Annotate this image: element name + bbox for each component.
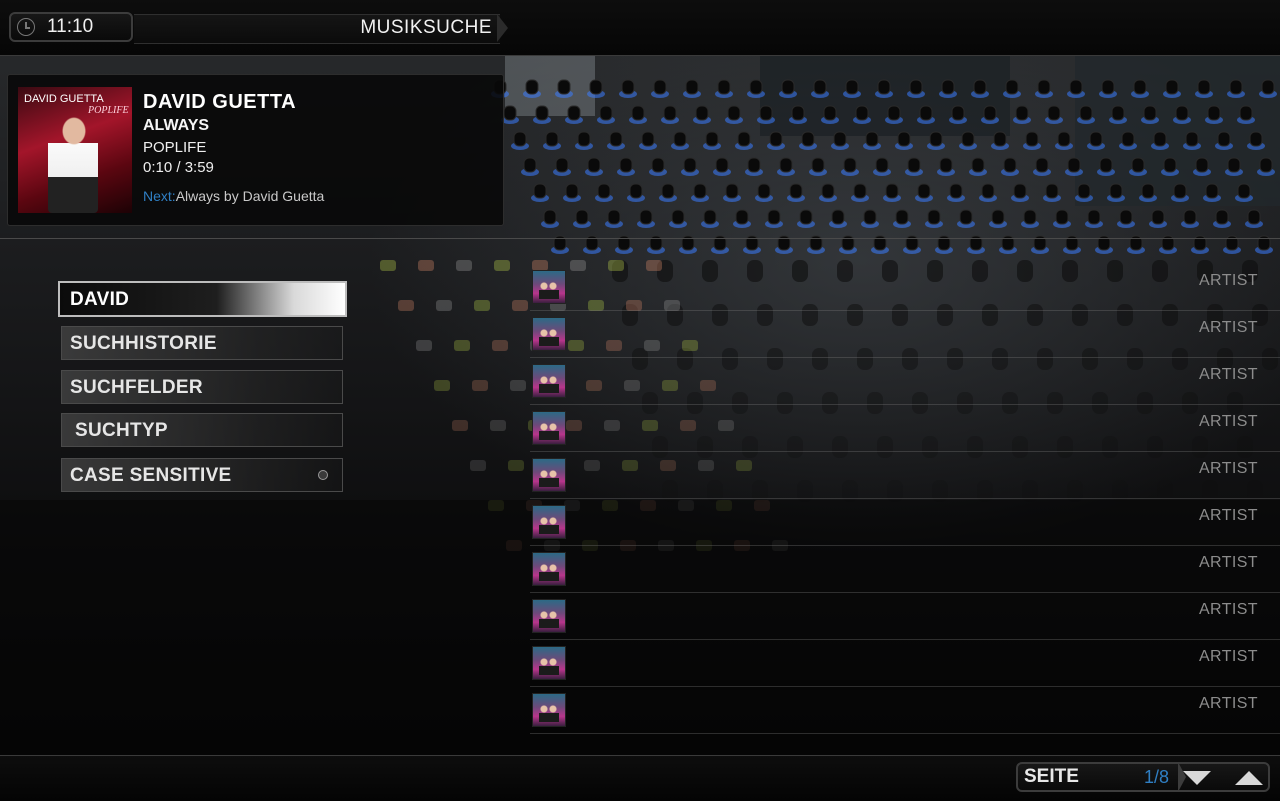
console-button [416, 340, 432, 351]
result-type-label: ARTIST [1198, 319, 1258, 336]
result-thumbnail [532, 599, 566, 633]
next-track-info: Next:Always by David Guetta [143, 188, 324, 204]
console-button [510, 380, 526, 391]
result-row[interactable]: ARTIST [530, 499, 1280, 546]
result-thumbnail [532, 458, 566, 492]
result-row[interactable]: ARTIST [530, 452, 1280, 499]
menu-item-label: SUCHTYP [75, 420, 168, 441]
page-number: 1/8 [1144, 767, 1170, 787]
result-type-label: ARTIST [1198, 554, 1258, 571]
console-button [436, 300, 452, 311]
arrow-down-icon [1183, 771, 1211, 785]
pager: SEITE 1/8 [1016, 762, 1270, 792]
cover-artist-text: DAVID GUETTA [24, 93, 104, 105]
cover-album-text: POPLIFE [88, 105, 129, 116]
menu-item-suchhistorie[interactable]: SUCHHISTORIE [61, 326, 343, 360]
search-input[interactable]: DAVID [58, 281, 347, 317]
result-row[interactable]: ARTIST [530, 311, 1280, 358]
result-row[interactable]: ARTIST [530, 546, 1280, 593]
pager-label: SEITE [1024, 766, 1079, 787]
result-type-label: ARTIST [1198, 413, 1258, 430]
next-label: Next: [143, 188, 176, 204]
search-input-value: DAVID [70, 289, 130, 310]
clock-icon [17, 18, 35, 36]
now-playing-time: 0:10 / 3:59 [143, 159, 214, 176]
console-button [472, 380, 488, 391]
console-button [512, 300, 528, 311]
menu-item-label: SUCHFELDER [70, 377, 203, 398]
menu-item-label: CASE SENSITIVE [70, 465, 232, 486]
album-cover: DAVID GUETTA POPLIFE [18, 87, 132, 213]
console-button [470, 460, 486, 471]
console-button [508, 460, 524, 471]
menu-item-suchfelder[interactable]: SUCHFELDER [61, 370, 343, 404]
result-thumbnail [532, 364, 566, 398]
page-up-button[interactable] [1234, 768, 1264, 788]
result-thumbnail [532, 646, 566, 680]
arrow-up-icon [1235, 771, 1263, 785]
result-thumbnail [532, 693, 566, 727]
cover-figure [48, 117, 98, 213]
console-button [434, 380, 450, 391]
now-playing-artist: DAVID GUETTA [143, 91, 297, 113]
result-type-label: ARTIST [1198, 507, 1258, 524]
result-row[interactable]: ARTIST [530, 405, 1280, 452]
title-arrow-decoration [497, 14, 508, 42]
case-sensitive-toggle[interactable] [318, 470, 328, 480]
result-thumbnail [532, 505, 566, 539]
page-down-button[interactable] [1182, 768, 1212, 788]
result-type-label: ARTIST [1198, 366, 1258, 383]
result-type-label: ARTIST [1198, 695, 1258, 712]
result-thumbnail [532, 270, 566, 304]
console-button [456, 260, 472, 271]
console-button [418, 260, 434, 271]
console-button [490, 420, 506, 431]
clock-time: 11:10 [47, 16, 94, 37]
menu-item-label: SUCHHISTORIE [70, 333, 217, 354]
result-row[interactable]: ARTIST [530, 593, 1280, 640]
result-row[interactable]: ARTIST [530, 640, 1280, 687]
console-button [494, 260, 510, 271]
now-playing-album: POPLIFE [143, 139, 207, 156]
top-bar: 11:10 MUSIKSUCHE [0, 0, 1280, 56]
result-thumbnail [532, 317, 566, 351]
menu-item-suchtyp[interactable]: SUCHTYP [61, 413, 343, 447]
result-row[interactable]: ARTIST [530, 358, 1280, 405]
console-button [380, 260, 396, 271]
console-button [452, 420, 468, 431]
result-type-label: ARTIST [1198, 460, 1258, 477]
result-row[interactable]: ARTIST [530, 264, 1280, 311]
result-type-label: ARTIST [1198, 272, 1258, 289]
console-button [454, 340, 470, 351]
clock-box: 11:10 [9, 12, 133, 42]
next-track-text: Always by David Guetta [175, 188, 325, 204]
result-thumbnail [532, 411, 566, 445]
result-row[interactable]: ARTIST [530, 687, 1280, 734]
result-type-label: ARTIST [1198, 648, 1258, 665]
menu-item-case-sensitive[interactable]: CASE SENSITIVE [61, 458, 343, 492]
console-button [492, 340, 508, 351]
result-thumbnail [532, 552, 566, 586]
page-title-box: MUSIKSUCHE [134, 14, 500, 44]
console-button [474, 300, 490, 311]
page-title: MUSIKSUCHE [360, 17, 492, 38]
console-button [398, 300, 414, 311]
now-playing-track: ALWAYS [143, 117, 210, 134]
result-type-label: ARTIST [1198, 601, 1258, 618]
